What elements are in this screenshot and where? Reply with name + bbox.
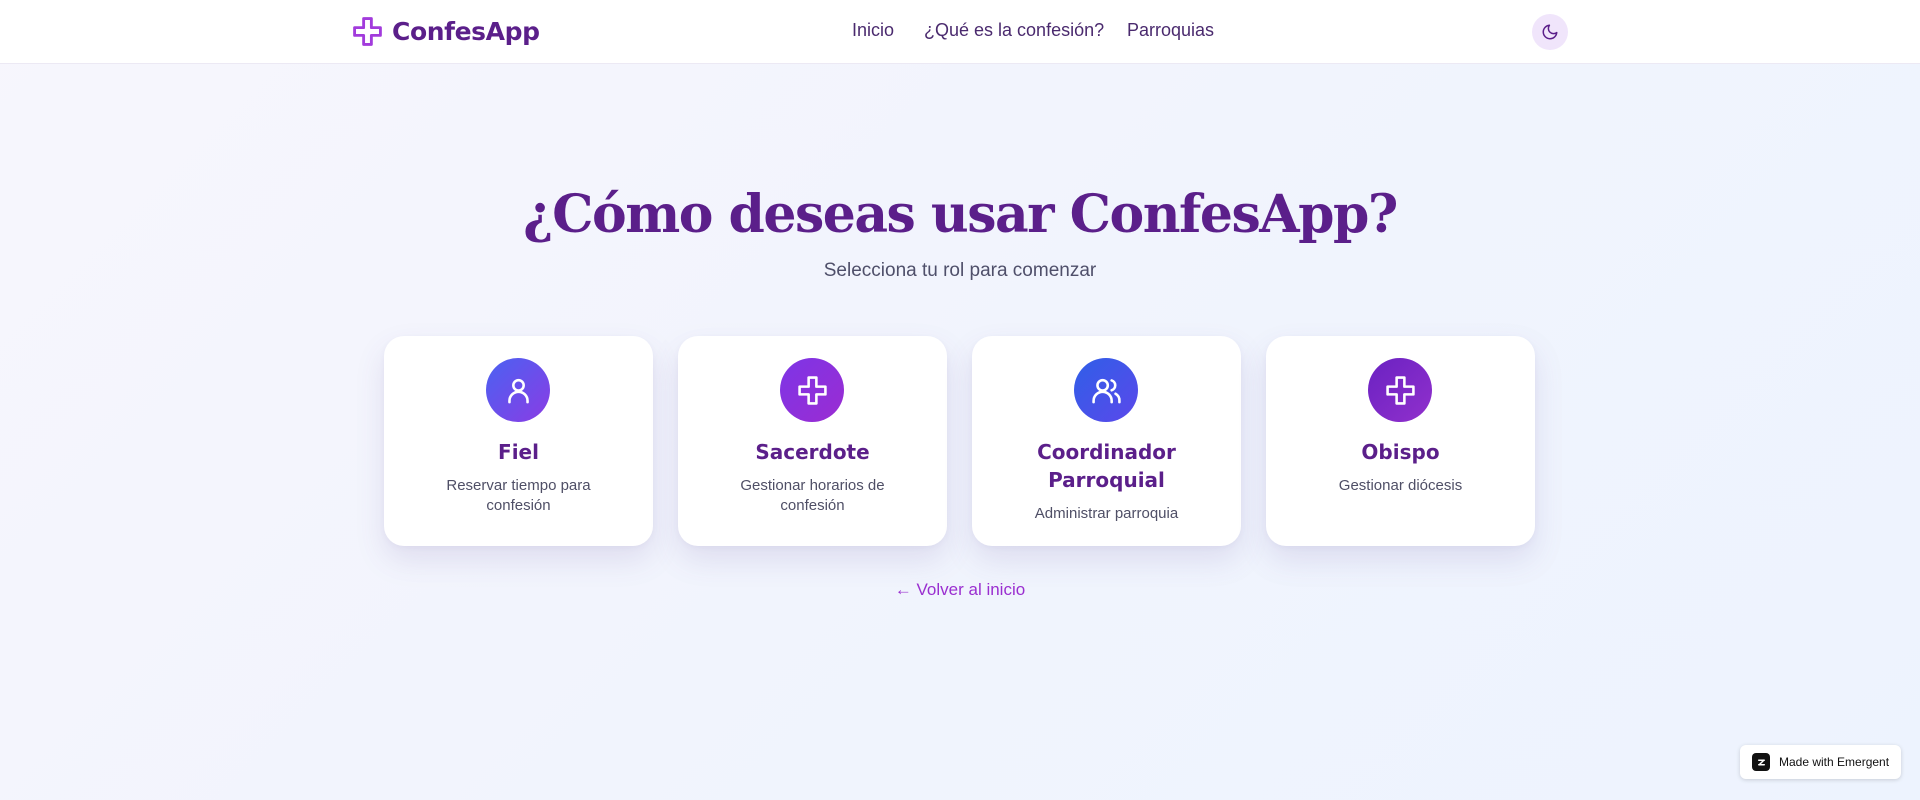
made-with-emergent-badge[interactable]: Made with Emergent bbox=[1740, 745, 1901, 779]
role-icon-badge bbox=[486, 358, 550, 422]
role-card-obispo[interactable]: Obispo Gestionar diócesis bbox=[1266, 336, 1535, 546]
brand-name: ConfesApp bbox=[392, 17, 540, 46]
role-icon-badge bbox=[780, 358, 844, 422]
brand-logo-link[interactable]: ConfesApp bbox=[352, 16, 540, 47]
badge-text: Made with Emergent bbox=[1779, 755, 1890, 769]
back-to-home-link[interactable]: ← Volver al inicio bbox=[0, 580, 1920, 600]
role-title: Sacerdote bbox=[755, 440, 870, 464]
moon-icon bbox=[1542, 24, 1558, 40]
role-description: Reservar tiempo para confesión bbox=[446, 477, 591, 514]
theme-toggle-button[interactable] bbox=[1532, 14, 1568, 50]
page-subtitle: Selecciona tu rol para comenzar bbox=[823, 260, 1097, 281]
cross-icon bbox=[797, 375, 827, 405]
page-title: ¿Cómo deseas usar ConfesApp? bbox=[523, 184, 1398, 245]
role-icon-badge bbox=[1074, 358, 1138, 422]
role-description: Administrar parroquia bbox=[1034, 505, 1179, 522]
role-description: Gestionar diócesis bbox=[1338, 477, 1463, 494]
cross-icon bbox=[353, 17, 382, 46]
role-icon-badge bbox=[1368, 358, 1432, 422]
nav-link-que-es-la-confesion[interactable]: ¿Qué es la confesión? bbox=[924, 20, 1104, 41]
role-description: Gestionar horarios de confesión bbox=[740, 477, 885, 514]
role-title: Coordinador Parroquial bbox=[1037, 440, 1176, 492]
nav-link-inicio[interactable]: Inicio bbox=[852, 20, 894, 41]
cross-icon bbox=[1385, 375, 1415, 405]
role-title: Obispo bbox=[1361, 440, 1440, 464]
top-header: ConfesApp Inicio ¿Qué es la confesión? P… bbox=[0, 0, 1920, 64]
user-icon bbox=[507, 378, 529, 403]
emergent-logo-icon bbox=[1752, 753, 1770, 771]
users-icon bbox=[1091, 378, 1121, 403]
nav-link-parroquias[interactable]: Parroquias bbox=[1127, 20, 1214, 41]
role-title: Fiel bbox=[498, 440, 539, 464]
role-card-coordinador-parroquial[interactable]: Coordinador Parroquial Administrar parro… bbox=[972, 336, 1241, 546]
role-card-sacerdote[interactable]: Sacerdote Gestionar horarios de confesió… bbox=[678, 336, 947, 546]
role-card-fiel[interactable]: Fiel Reservar tiempo para confesión bbox=[384, 336, 653, 546]
